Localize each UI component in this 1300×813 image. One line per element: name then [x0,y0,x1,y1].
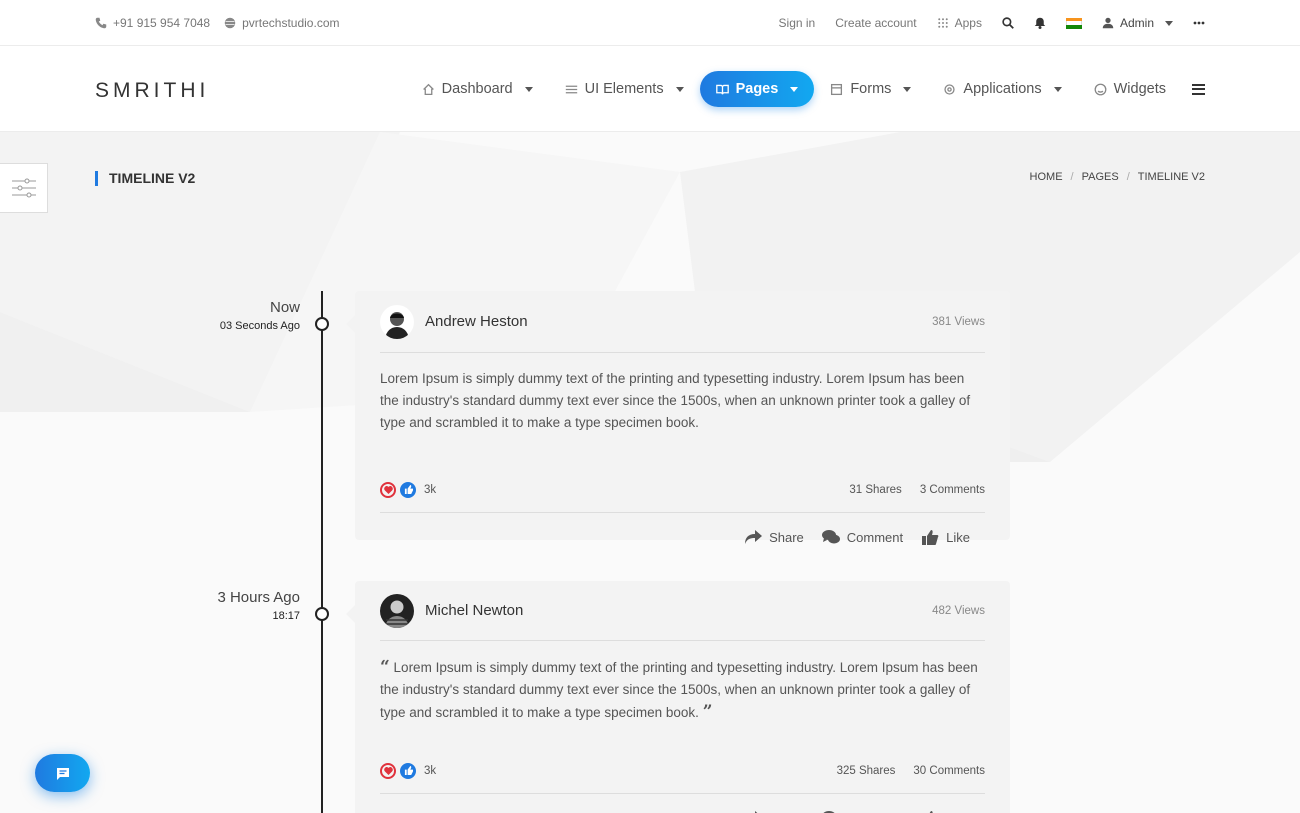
settings-panel-toggle[interactable] [0,163,48,213]
like-button[interactable]: Like [921,529,970,545]
likes-count: 3k [424,483,437,496]
grid-icon [937,18,948,28]
nav-dashboard[interactable]: Dashboard [406,71,549,107]
breadcrumb-pages[interactable]: PAGES [1082,171,1119,183]
chat-icon [56,767,69,780]
time-sublabel: 03 Seconds Ago [219,320,300,332]
shares-count[interactable]: 325 Shares [837,765,896,777]
author-name[interactable]: Andrew Heston [425,313,932,330]
caret-down-icon [524,86,533,92]
timeline-dot [315,607,329,621]
timeline-line [321,291,323,813]
settings-icon [944,83,956,95]
breadcrumb-current: TIMELINE V2 [1137,171,1205,183]
top-bar: +91 915 954 7048 pvrtechstudio.com Sign … [0,0,1300,46]
book-icon [715,84,729,94]
quote-close-icon: ” [702,702,713,722]
smile-icon [1094,83,1107,95]
thumbs-up-icon [922,530,939,545]
caret-down-icon [790,86,799,92]
time-sublabel: 18:17 [272,610,300,622]
phone-contact: +91 915 954 7048 [95,16,210,30]
nav-applications-label: Applications [963,81,1042,97]
comments-count[interactable]: 30 Comments [913,765,985,777]
nav-pages[interactable]: Pages [699,71,815,107]
globe-icon [224,17,236,29]
comment-button[interactable]: Comment [821,529,904,545]
timeline-dot [315,317,329,331]
avatar[interactable] [380,304,414,339]
comments-icon [821,530,840,544]
home-icon [422,83,434,95]
author-name[interactable]: Michel Newton [425,602,932,619]
share-button[interactable]: Share [744,529,804,545]
views-count: 482 Views [932,604,985,617]
share-icon [745,530,763,544]
chat-button[interactable] [35,754,90,792]
thumbs-up-icon[interactable] [400,481,416,498]
india-flag-icon[interactable] [1065,17,1082,29]
comment-label: Comment [846,529,904,545]
nav-ui-elements[interactable]: UI Elements [549,71,700,107]
sign-in-link[interactable]: Sign in [779,16,816,30]
phone-number: +91 915 954 7048 [113,16,211,30]
sliders-icon [11,178,36,198]
heart-icon[interactable] [380,762,396,779]
views-count: 381 Views [932,315,985,328]
apps-label: Apps [954,16,982,30]
website-contact[interactable]: pvrtechstudio.com [224,16,340,30]
caret-down-icon [903,86,912,92]
thumbs-up-icon[interactable] [400,762,416,779]
create-account-link[interactable]: Create account [835,16,916,30]
share-label: Share [769,529,804,545]
caret-down-icon [1165,20,1173,26]
user-icon [1102,17,1114,29]
time-label: Now [269,299,300,316]
nav-pages-label: Pages [735,81,779,97]
brand-logo[interactable]: SMRITHI [95,79,209,103]
heart-icon[interactable] [380,481,396,498]
page-title: TIMELINE V2 [95,171,195,186]
nav-ui-elements-label: UI Elements [584,81,664,97]
caret-down-icon [675,86,684,92]
timeline-card: Andrew Heston 381 Views Lorem Ipsum is s… [346,291,1010,545]
apps-button[interactable]: Apps [937,16,982,30]
nav-forms-label: Forms [850,81,892,97]
breadcrumb-home[interactable]: HOME [1030,171,1063,183]
menu-toggle-icon[interactable] [1192,83,1205,95]
main-menu: Dashboard UI Elements Pages Forms Applic… [406,71,1205,107]
post-body-quote: “ Lorem Ipsum is simply dummy text of th… [380,641,985,748]
sliders-icon [565,85,577,93]
nav-widgets-label: Widgets [1113,81,1166,97]
caret-down-icon [1053,86,1062,92]
user-name: Admin [1119,16,1154,30]
shares-count[interactable]: 31 Shares [849,484,901,496]
post-body: Lorem Ipsum is simply dummy text of the … [380,660,978,720]
timeline-time: Now 03 Seconds Ago [220,299,300,332]
quote-open-icon: “ [380,657,390,677]
nav-applications[interactable]: Applications [927,71,1077,107]
likes-count: 3k [424,764,437,777]
nav-widgets[interactable]: Widgets [1078,71,1182,107]
timeline-time: 3 Hours Ago 18:17 [217,589,300,622]
form-icon [831,83,843,95]
breadcrumb-separator: / [1126,171,1130,183]
avatar[interactable] [380,593,414,628]
like-label: Like [946,529,970,545]
bell-icon[interactable] [1034,17,1046,29]
nav-forms[interactable]: Forms [814,71,927,107]
time-label: 3 Hours Ago [217,589,300,606]
phone-icon [95,17,107,29]
nav-dashboard-label: Dashboard [441,81,513,97]
breadcrumb: HOME / PAGES / TIMELINE V2 [1030,171,1205,183]
more-icon[interactable] [1193,21,1205,25]
breadcrumb-separator: / [1070,171,1074,183]
website-link[interactable]: pvrtechstudio.com [242,16,339,30]
timeline-card: Michel Newton 482 Views “ Lorem Ipsum is… [346,581,1010,813]
search-icon[interactable] [1002,17,1014,29]
post-body: Lorem Ipsum is simply dummy text of the … [380,371,971,430]
main-navbar: SMRITHI Dashboard UI Elements Pages Form… [0,46,1300,132]
comments-count[interactable]: 3 Comments [920,484,985,496]
user-menu[interactable]: Admin [1102,16,1173,30]
